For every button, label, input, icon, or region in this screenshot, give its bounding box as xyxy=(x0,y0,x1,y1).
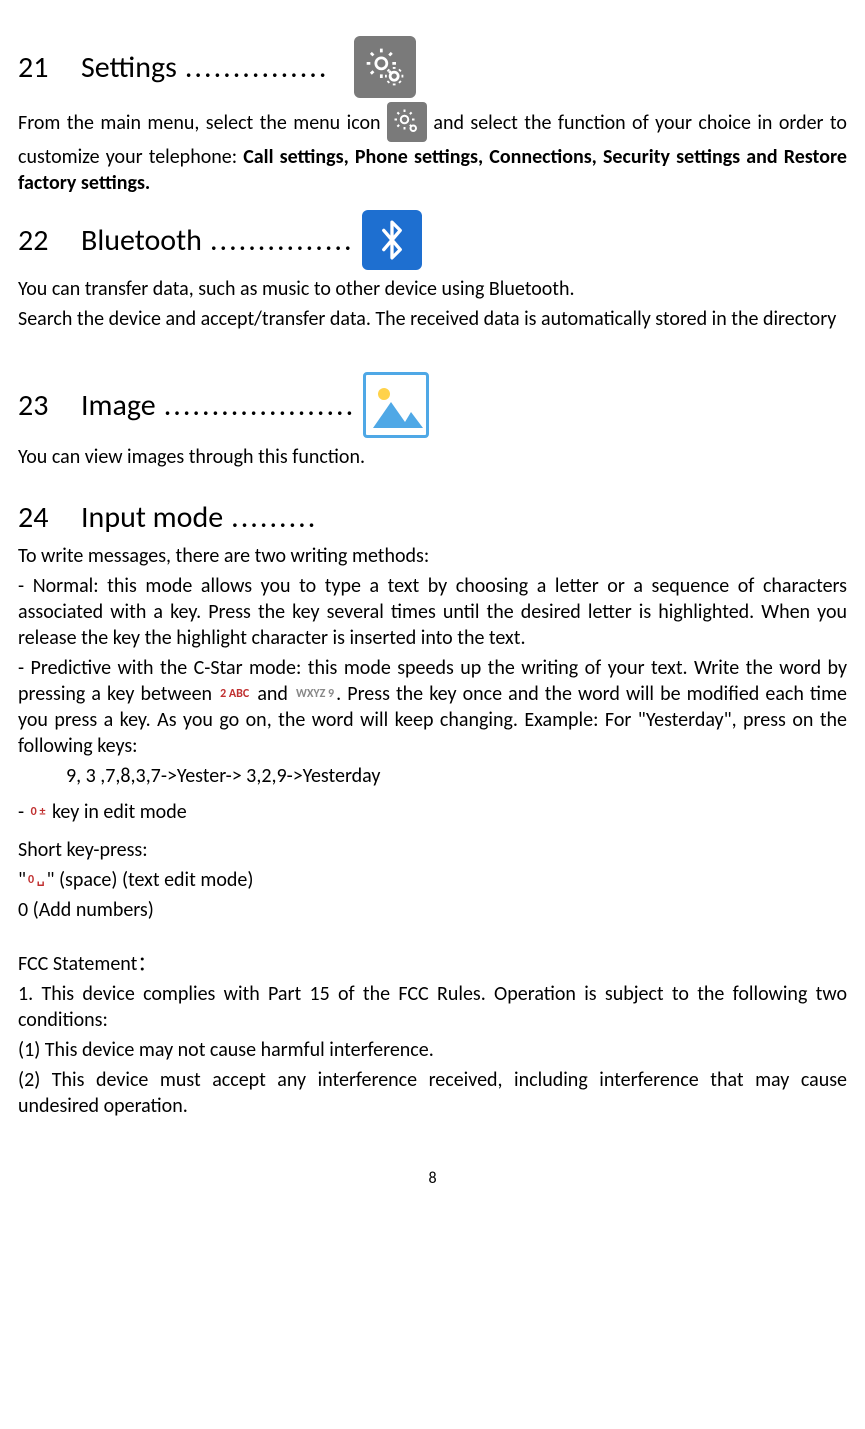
section-heading-image: 23 Image.................... xyxy=(18,372,847,438)
settings-gear-icon-inline xyxy=(387,102,427,142)
settings-paragraph: From the main menu, select the menu icon… xyxy=(18,104,847,196)
key0-edit-line: - 0 ± key in edit mode xyxy=(18,799,847,825)
section-heading-bluetooth: 22 Bluetooth............... xyxy=(18,210,847,270)
section-number: 23 xyxy=(18,386,73,425)
key0-prefix: - xyxy=(18,800,29,824)
key-0-plus-icon: 0 ± xyxy=(29,805,48,821)
input-intro: To write messages, there are two writing… xyxy=(18,543,847,569)
settings-body-before: From the main menu, select the menu icon xyxy=(18,111,381,135)
section-dots: ............... xyxy=(185,48,329,87)
section-number: 21 xyxy=(18,48,73,87)
fcc-line1: 1. This device complies with Part 15 of … xyxy=(18,981,847,1033)
short-keypress-heading: Short key-press: xyxy=(18,837,847,863)
key-0-space-icon: 0 ␣ xyxy=(26,873,46,889)
bluetooth-line2: Search the device and accept/transfer da… xyxy=(18,306,847,332)
section-title: Bluetooth xyxy=(81,221,202,260)
settings-gear-icon xyxy=(354,36,416,98)
key-2-icon: 2 ABC xyxy=(218,687,251,703)
key-9-icon: WXYZ 9 xyxy=(294,687,336,703)
input-predictive: - Predictive with the C-Star mode: this … xyxy=(18,655,847,759)
section-heading-settings: 21 Settings ............... xyxy=(18,36,847,98)
section-number: 24 xyxy=(18,498,73,537)
short-zero-line: 0 (Add numbers) xyxy=(18,897,847,923)
predictive-mid: and xyxy=(257,682,288,706)
section-heading-input: 24 Input mode ......... xyxy=(18,498,847,537)
section-title: Settings xyxy=(81,48,177,87)
bluetooth-icon xyxy=(362,210,422,270)
picture-icon xyxy=(363,372,429,438)
bluetooth-line1: You can transfer data, such as music to … xyxy=(18,276,847,302)
section-dots: .................... xyxy=(164,386,355,425)
key0-suffix: key in edit mode xyxy=(52,800,187,824)
section-title: Input mode xyxy=(81,498,223,537)
page-number: 8 xyxy=(18,1169,847,1190)
fcc-heading: FCC Statement： xyxy=(18,951,847,977)
section-number: 22 xyxy=(18,221,73,260)
short-space-after: " (space) (text edit mode) xyxy=(46,868,253,892)
section-dots: ............... xyxy=(210,221,354,260)
image-body: You can view images through this functio… xyxy=(18,444,847,470)
section-title: Image xyxy=(81,386,156,425)
input-normal: - Normal: this mode allows you to type a… xyxy=(18,573,847,651)
fcc-line2: (1) This device may not cause harmful in… xyxy=(18,1037,847,1063)
short-space-before: " xyxy=(18,868,26,892)
input-sequence: 9, 3 ,7,8,3,7->Yester-> 3,2,9->Yesterday xyxy=(66,763,847,789)
short-space-line: "0 ␣" (space) (text edit mode) xyxy=(18,867,847,893)
fcc-line3: (2) This device must accept any interfer… xyxy=(18,1067,847,1119)
section-dots: ......... xyxy=(231,498,317,537)
